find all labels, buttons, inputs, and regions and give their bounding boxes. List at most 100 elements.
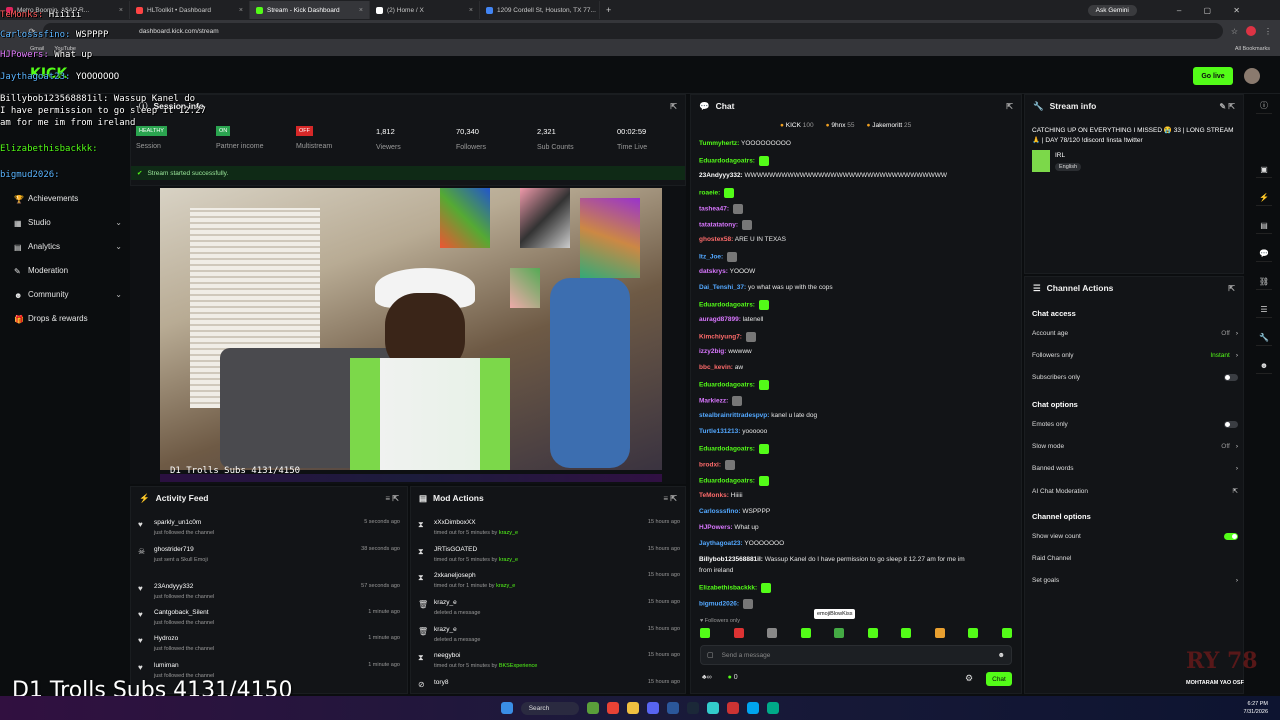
users-icon[interactable]: ☻ [1256,358,1272,374]
chat-input[interactable]: Send a message [722,652,990,659]
chat-username[interactable]: bigmud2026: [699,601,739,608]
chat-bubble-icon[interactable]: 💬 [1256,246,1272,262]
chat-username[interactable]: Markiezz: [699,398,728,405]
chat-username[interactable]: Eduardodagoatrs: [699,302,755,309]
chat-settings-icon[interactable]: ▢ [707,651,714,659]
window-controls[interactable]: – ▢ ✕ [1137,6,1280,15]
ai-moderation-row[interactable]: AI Chat Moderation ⇱ [1032,487,1238,496]
emote-icon[interactable] [700,628,710,638]
chat-username[interactable]: tatatatatony: [699,222,738,229]
taskbar-search[interactable]: Search [520,701,580,715]
close-icon[interactable]: × [359,7,363,14]
obs-icon[interactable] [727,702,740,714]
chat-username[interactable]: auragd87899: [699,316,741,323]
avatar[interactable] [1244,68,1260,84]
all-bookmarks[interactable]: All Bookmarks [1235,46,1280,52]
category-label[interactable]: IRL [1055,152,1065,159]
close-icon[interactable]: × [239,7,243,14]
chat-username[interactable]: Kimchiyung7: [699,334,742,341]
account-age-row[interactable]: Account age Off › [1032,330,1238,337]
app-icon[interactable] [667,702,680,714]
emotes-only-toggle[interactable] [1224,421,1238,428]
emote-icon[interactable] [867,628,878,638]
app-icon[interactable] [707,702,720,714]
stream-video[interactable] [160,188,662,470]
chat-username[interactable]: tashea47: [699,206,729,213]
chat-username[interactable]: Jaythagoat23: [699,540,743,547]
star-icon[interactable]: ☆ [1231,27,1238,36]
emote-icon[interactable] [733,628,744,638]
close-icon[interactable]: × [469,7,473,14]
subscribers-only-toggle[interactable] [1224,374,1238,381]
raid-channel-row[interactable]: Raid Channel [1032,555,1238,562]
discord-icon[interactable] [647,702,660,714]
new-tab-button[interactable]: + [600,5,617,15]
chat-username[interactable]: Eduardodagoatrs: [699,478,755,485]
followers-only-row[interactable]: Followers only Instant › [1032,352,1238,359]
tab-x-home[interactable]: (2) Home / X × [370,1,480,19]
slow-mode-row[interactable]: Slow mode Off › [1032,443,1238,450]
ask-gemini-button[interactable]: Ask Gemini [1087,4,1137,16]
edge-icon[interactable] [767,702,780,714]
emote-icon[interactable] [934,628,945,638]
filter-icon[interactable]: ≡ ⇱ [385,494,399,503]
windows-start-icon[interactable] [500,702,513,714]
chrome-icon[interactable] [607,702,620,714]
chat-username[interactable]: Eduardodagoatrs: [699,158,755,165]
steam-icon[interactable] [687,702,700,714]
chat-username[interactable]: bbc_kevin: [699,364,733,371]
tab-hltoolkit[interactable]: HLToolkit • Dashboard × [130,1,250,19]
sidebar-item-community[interactable]: ☻ Community ⌄ [14,290,122,300]
chat-username[interactable]: stealbrainrittradespvp: [699,412,769,419]
chat-username[interactable]: TeMonks: [699,492,729,499]
clipboard-icon[interactable]: ▤ [1256,218,1272,234]
sidebar-item-moderation[interactable]: ✎ Moderation [14,266,122,276]
sidebar-item-achievements[interactable]: 🏆 Achievements [14,194,122,204]
send-chat-button[interactable]: Chat [986,672,1012,686]
popout-icon[interactable]: ⇱ [1228,284,1235,293]
emote-icon[interactable] [800,628,811,638]
chat-input-box[interactable]: ▢ Send a message ☻ [700,645,1012,665]
chat-username[interactable]: Dai_Tenshi_37: [699,284,746,291]
chat-username[interactable]: 23Andyyy332: [699,172,743,179]
tab-kick-dashboard[interactable]: Stream - Kick Dashboard × [250,1,370,19]
menu-icon[interactable]: ⋮ [1264,27,1272,36]
chat-username[interactable]: roaeie: [699,190,720,197]
info-icon[interactable]: ⓘ [1256,98,1272,114]
camera-icon[interactable]: ▣ [1256,162,1272,178]
popout-icon[interactable]: ⇱ [670,102,677,111]
chat-username[interactable]: ghostex58: [699,236,733,243]
emote-picker-icon[interactable]: ☻ [998,652,1005,659]
tab-maps[interactable]: 1209 Cordell St, Houston, TX 77...× [480,1,600,19]
bolt-icon[interactable]: ⚡ [1256,190,1272,206]
sidebar-item-drops[interactable]: 🎁 Drops & rewards [14,314,122,324]
chat-username[interactable]: Tummyhertz: [699,140,739,147]
filter-icon[interactable]: ≡ ⇱ [663,494,677,503]
emote-icon[interactable] [901,628,912,638]
close-icon[interactable]: × [119,7,123,14]
chat-username[interactable]: Elizabethisbackkk: [699,585,757,592]
profile-icon[interactable] [1246,26,1256,36]
sidebar-item-analytics[interactable]: ▤ Analytics ⌄ [14,242,122,252]
set-goals-row[interactable]: Set goals › [1032,577,1238,584]
go-live-button[interactable]: Go live [1193,67,1233,85]
app-icon[interactable] [747,702,760,714]
edit-icon[interactable]: ✎ ⇱ [1219,102,1235,111]
gear-icon[interactable]: ⚙ [965,673,973,684]
url-input[interactable]: dashboard.kick.com/stream [43,23,1223,39]
sidebar-item-studio[interactable]: ▦ Studio ⌄ [14,218,122,228]
emote-icon[interactable] [968,628,979,638]
chat-username[interactable]: datskrys: [699,268,728,275]
emote-icon[interactable] [767,628,778,638]
cards-icon[interactable]: ♣∞ [702,674,712,681]
popout-icon[interactable]: ⇱ [1006,102,1013,111]
show-view-count-toggle[interactable] [1224,533,1238,540]
chat-username[interactable]: Itz_Joe: [699,254,723,261]
app-icon[interactable] [587,702,600,714]
list-icon[interactable]: ☰ [1256,302,1272,318]
chat-username[interactable]: Carlosssfino: [699,508,741,515]
chat-username[interactable]: Eduardodagoatrs: [699,446,755,453]
wrench-icon[interactable]: 🔧 [1256,330,1272,346]
banned-words-row[interactable]: Banned words › [1032,465,1238,472]
chat-username[interactable]: HJPowers: [699,524,733,531]
